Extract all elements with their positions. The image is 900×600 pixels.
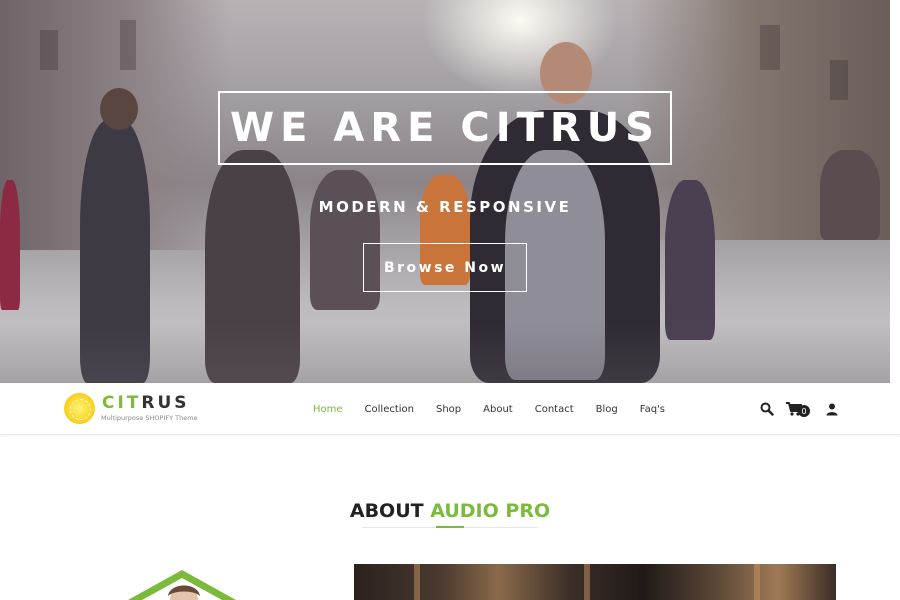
logo-name-green: CIT (102, 393, 142, 413)
team-member-photo (128, 568, 236, 600)
hero-window (830, 60, 848, 100)
main-menu: Home Collection Shop About Contact Blog … (313, 383, 687, 435)
hero-title: WE ARE CITRUS (230, 105, 660, 151)
hero-ground-shadow (0, 323, 890, 383)
menu-item-contact[interactable]: Contact (535, 404, 574, 415)
search-icon[interactable] (760, 402, 774, 416)
hero-banner: WE ARE CITRUS MODERN & RESPONSIVE Browse… (0, 0, 890, 383)
hero-window (760, 25, 780, 70)
menu-item-faqs[interactable]: Faq's (640, 404, 665, 415)
cart-count-badge: 0 (798, 405, 810, 417)
image-detail (754, 564, 760, 600)
hero-window (40, 30, 58, 70)
main-navbar: CITRUS Multipurpose SHOPIFY Theme Home C… (0, 383, 900, 435)
about-feature-image (354, 564, 836, 600)
logo-name: CITRUS (102, 393, 190, 413)
image-detail (584, 564, 590, 600)
hero-window (120, 20, 136, 70)
menu-item-home[interactable]: Home (313, 404, 343, 415)
cart-icon[interactable]: 0 (786, 402, 814, 417)
browse-now-button[interactable]: Browse Now (363, 243, 527, 292)
lemon-icon (64, 393, 95, 424)
hero-title-frame: WE ARE CITRUS (218, 91, 672, 165)
menu-item-about[interactable]: About (483, 404, 513, 415)
nav-icon-group: 0 (760, 399, 850, 419)
menu-item-shop[interactable]: Shop (436, 404, 461, 415)
image-detail (414, 564, 420, 600)
about-heading: ABOUT AUDIO PRO (0, 500, 900, 522)
about-heading-dark: ABOUT (349, 500, 424, 522)
logo-tagline: Multipurpose SHOPIFY Theme (101, 414, 198, 422)
user-icon[interactable] (826, 403, 838, 416)
logo-name-dark: RUS (141, 393, 190, 413)
citrus-logo[interactable]: CITRUS Multipurpose SHOPIFY Theme (64, 393, 204, 425)
heading-accent-underline (436, 526, 464, 528)
menu-item-collection[interactable]: Collection (365, 404, 414, 415)
about-heading-green: AUDIO PRO (430, 500, 551, 522)
hero-subtitle: MODERN & RESPONSIVE (318, 198, 572, 216)
hero-person-head (100, 88, 138, 130)
hero-person (820, 150, 880, 240)
menu-item-blog[interactable]: Blog (596, 404, 618, 415)
